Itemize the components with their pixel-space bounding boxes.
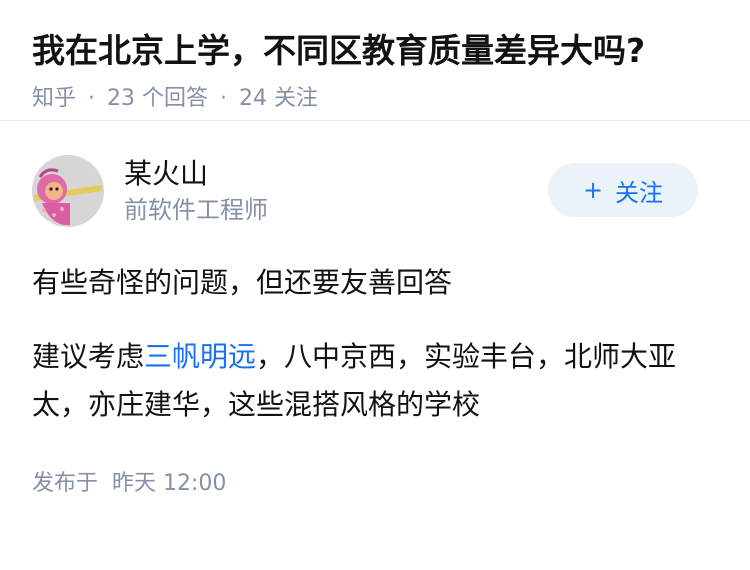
followers-count-value: 24: [239, 86, 268, 111]
avatar-illustration-icon: [32, 155, 104, 227]
answer-card: 某火山 前软件工程师 + 关注 有些奇怪的问题，但还要友善回答 建议考虑三帆明远…: [0, 153, 750, 499]
answers-count-label: 个回答: [142, 86, 209, 111]
publish-label: 发布于: [32, 471, 99, 496]
plus-icon: +: [582, 176, 604, 204]
followers-count[interactable]: 24 关注: [239, 84, 318, 114]
question-title[interactable]: 我在北京上学，不同区教育质量差异大吗?: [32, 30, 718, 72]
followers-count-label: 关注: [274, 86, 319, 111]
paragraph-text: 建议考虑: [32, 340, 145, 373]
question-header: 我在北京上学，不同区教育质量差异大吗? 知乎 · 23 个回答 · 24 关注: [0, 0, 750, 121]
answer-content: 有些奇怪的问题，但还要友善回答 建议考虑三帆明远，八中京西，实验丰台，北师大亚太…: [32, 259, 718, 429]
separator-dot: ·: [220, 86, 228, 111]
answers-count[interactable]: 23 个回答: [107, 84, 208, 114]
author-info: 某火山 前软件工程师: [124, 156, 268, 226]
source-label[interactable]: 知乎: [32, 84, 76, 114]
answers-count-value: 23: [107, 86, 136, 111]
author-name[interactable]: 某火山: [124, 156, 268, 192]
follow-button[interactable]: + 关注: [548, 163, 698, 217]
answer-paragraph: 建议考虑三帆明远，八中京西，实验丰台，北师大亚太，亦庄建华，这些混搭风格的学校: [32, 333, 718, 429]
follow-button-label: 关注: [615, 178, 664, 207]
answer-paragraph: 有些奇怪的问题，但还要友善回答: [32, 266, 453, 299]
school-link[interactable]: 三帆明远: [144, 340, 256, 373]
author-bio: 前软件工程师: [124, 196, 268, 224]
question-meta: 知乎 · 23 个回答 · 24 关注: [32, 84, 718, 114]
publish-time: 昨天 12:00: [112, 471, 227, 496]
author-row: 某火山 前软件工程师 + 关注: [32, 153, 718, 229]
avatar[interactable]: [32, 155, 104, 227]
publish-info: 发布于 昨天 12:00: [32, 469, 718, 499]
separator-dot: ·: [88, 86, 96, 111]
